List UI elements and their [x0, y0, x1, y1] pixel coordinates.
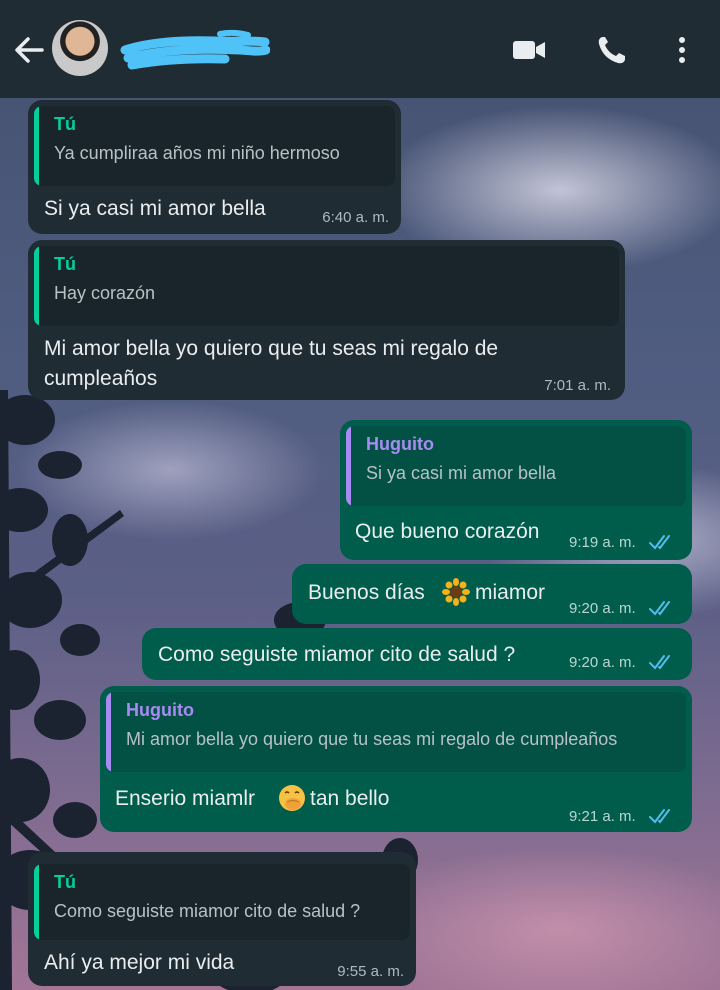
quote-accent-bar [106, 692, 111, 772]
read-receipt-icon [649, 809, 670, 824]
read-receipt-icon [649, 655, 670, 670]
back-arrow-icon[interactable] [12, 34, 46, 66]
quote-text: Mi amor bella yo quiero que tu seas mi r… [126, 729, 618, 749]
quote-text: Como seguiste miamor cito de salud ? [54, 901, 361, 921]
redaction-scribble [120, 29, 271, 70]
message-time: 7:01 a. m. [544, 377, 611, 394]
quote-accent-bar [346, 426, 351, 506]
quoted-message[interactable]: Tú Ya cumpliraa años mi niño hermoso [34, 106, 395, 186]
message-text: Mi amor bella yo quiero que tu seas mi r… [44, 337, 499, 390]
message-text-part: tan bello [310, 787, 390, 810]
video-call-icon[interactable] [511, 34, 547, 66]
message-text: Que bueno corazón [355, 520, 540, 543]
quoted-message[interactable]: Huguito Mi amor bella yo quiero que tu s… [106, 692, 686, 772]
message-text: Ahí ya mejor mi vida [44, 951, 235, 974]
message-time: 9:21 a. m. [569, 808, 636, 825]
message-time: 9:55 a. m. [337, 963, 404, 980]
message-text: Buenos días [308, 578, 425, 608]
message-text: Enserio miamlr [115, 784, 255, 814]
message-time: 6:40 a. m. [322, 209, 389, 226]
quoted-message[interactable]: Huguito Si ya casi mi amor bella [346, 426, 686, 506]
chat-header [0, 0, 720, 98]
voice-call-icon[interactable] [594, 34, 630, 66]
quote-text: Hay corazón [54, 283, 156, 303]
message-bubble-incoming[interactable]: Tú Ya cumpliraa años mi niño hermoso Si … [28, 100, 401, 234]
read-receipt-icon [649, 535, 670, 550]
face-with-hand-over-mouth-emoji-icon [279, 785, 305, 811]
sunflower-emoji-icon [442, 578, 470, 606]
quote-text: Ya cumpliraa años mi niño hermoso [54, 143, 340, 163]
quote-author: Tú [54, 872, 76, 892]
quote-author: Tú [54, 114, 76, 134]
message-bubble-outgoing[interactable]: Como seguiste miamor cito de salud ? 9:2… [142, 628, 692, 680]
message-text-part: Enserio miamlr [115, 787, 256, 810]
quoted-message[interactable]: Tú Hay corazón [34, 246, 619, 326]
message-time: 9:20 a. m. [569, 600, 636, 617]
message-time: 9:20 a. m. [569, 654, 636, 671]
message-text: tan bello [310, 784, 389, 814]
quote-author: Huguito [126, 700, 194, 720]
message-bubble-outgoing[interactable]: Buenos días miamor 9:20 a. m. [292, 564, 692, 624]
quote-accent-bar [34, 864, 39, 940]
message-bubble-outgoing[interactable]: Huguito Mi amor bella yo quiero que tu s… [100, 686, 692, 832]
quote-text: Si ya casi mi amor bella [366, 463, 557, 483]
avatar[interactable] [52, 20, 108, 76]
quote-author: Tú [54, 254, 76, 274]
message-text: Si ya casi mi amor bella [44, 197, 266, 220]
read-receipt-icon [649, 601, 670, 616]
more-vert-icon[interactable] [668, 34, 704, 66]
message-time: 9:19 a. m. [569, 534, 636, 551]
quoted-message[interactable]: Tú Como seguiste miamor cito de salud ? [34, 864, 410, 940]
contact-name[interactable] [120, 28, 271, 72]
message-text-part: miamor [475, 581, 546, 604]
message-bubble-outgoing[interactable]: Huguito Si ya casi mi amor bella Que bue… [340, 420, 692, 560]
message-text: Como seguiste miamor cito de salud ? [158, 643, 516, 666]
message-bubble-incoming[interactable]: Tú Hay corazón Mi amor bella yo quiero q… [28, 240, 625, 400]
message-text: miamor [475, 578, 545, 608]
quote-author: Huguito [366, 434, 434, 454]
message-text-part: Buenos días [308, 581, 425, 604]
message-bubble-incoming[interactable]: Tú Como seguiste miamor cito de salud ? … [28, 852, 416, 986]
quote-accent-bar [34, 246, 39, 326]
quote-accent-bar [34, 106, 39, 186]
